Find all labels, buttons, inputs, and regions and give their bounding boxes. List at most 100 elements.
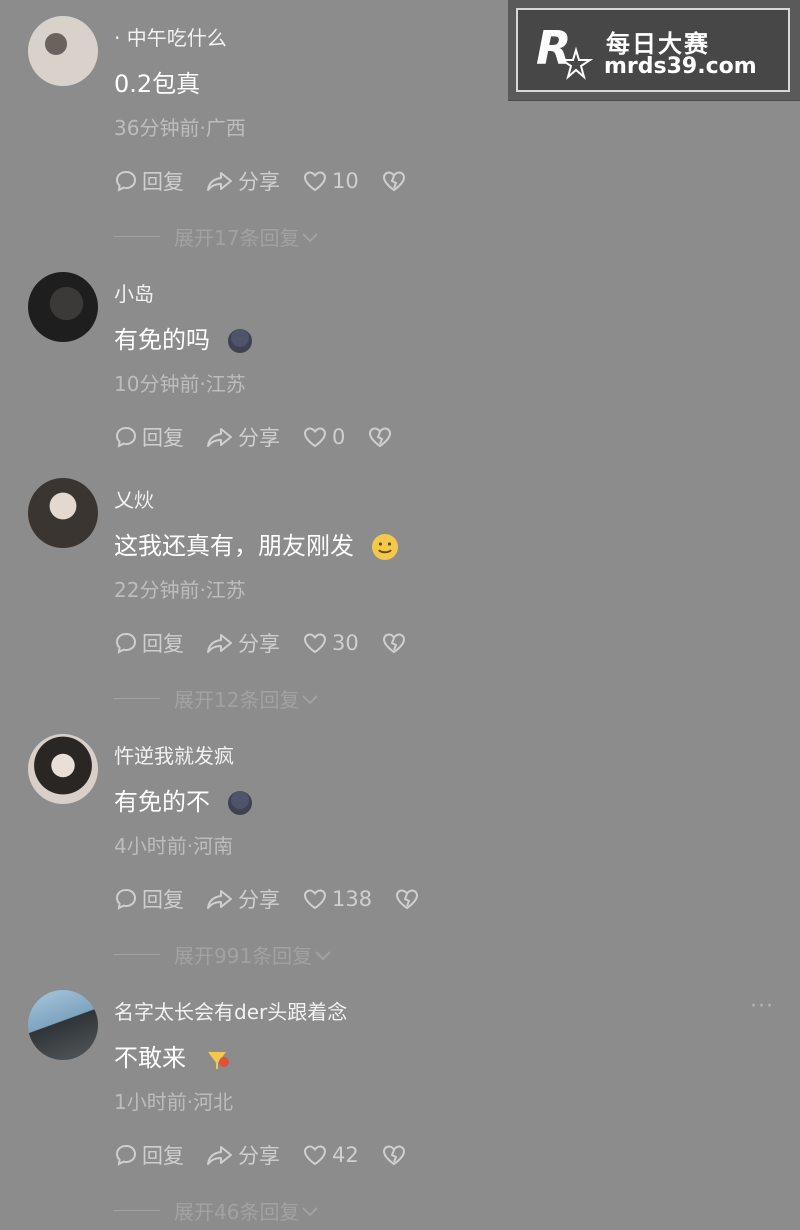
reply-button[interactable]: 回复 [114, 884, 184, 914]
watermark-url: mrds39.com [604, 54, 757, 79]
heart-icon [303, 633, 327, 654]
reply-label: 回复 [142, 170, 184, 194]
cocktail-emoji-icon [207, 1052, 229, 1069]
comment-text: 这我还真有，朋友刚发 [114, 526, 400, 562]
broken-heart-icon [382, 1145, 405, 1166]
divider-line [114, 1210, 160, 1211]
reply-bubble-icon [115, 888, 137, 910]
like-button[interactable]: 138 [302, 887, 372, 911]
reply-label: 回复 [142, 426, 184, 450]
broken-heart-icon [369, 427, 392, 448]
avatar[interactable] [28, 478, 98, 548]
smile-emoji-icon [371, 534, 398, 560]
dislike-button[interactable] [381, 169, 411, 193]
comment-username[interactable]: 名字太长会有der头跟着念 [114, 996, 347, 1025]
share-button[interactable]: 分享 [206, 422, 280, 452]
expand-replies[interactable]: 展开991条回复 [114, 940, 334, 969]
share-button[interactable]: 分享 [206, 166, 280, 196]
divider-line [114, 954, 160, 955]
reply-label: 回复 [142, 888, 184, 912]
expand-label: 展开46条回复 [174, 1200, 300, 1224]
watermark-banner: R 每日大赛 mrds39.com [508, 0, 800, 101]
heart-icon [303, 427, 327, 448]
heart-icon [303, 171, 327, 192]
reply-label: 回复 [142, 1144, 184, 1168]
share-arrow-icon [207, 890, 232, 909]
comment-text: 不敢来 [114, 1038, 232, 1074]
expand-replies[interactable]: 展开46条回复 [114, 1196, 321, 1225]
comment-meta: 10分钟前·江苏 [114, 372, 246, 396]
share-button[interactable]: 分享 [206, 1140, 280, 1170]
expand-label: 展开12条回复 [174, 688, 300, 712]
heart-icon [303, 1145, 327, 1166]
comment-actions: 回复 分享 0 [114, 422, 419, 452]
reply-button[interactable]: 回复 [114, 166, 184, 196]
dislike-button[interactable] [381, 631, 411, 655]
comment-meta: 22分钟前·江苏 [114, 578, 246, 602]
chevron-down-icon [302, 694, 319, 704]
like-button[interactable]: 30 [302, 631, 359, 655]
dislike-button[interactable] [394, 887, 424, 911]
divider-line [114, 236, 160, 237]
like-count: 0 [332, 425, 346, 449]
reply-bubble-icon [115, 426, 137, 448]
comment-username[interactable]: 小岛 [114, 278, 154, 307]
share-button[interactable]: 分享 [206, 884, 280, 914]
dislike-button[interactable] [381, 1143, 411, 1167]
expand-replies[interactable]: 展开17条回复 [114, 222, 321, 251]
share-label: 分享 [238, 1144, 280, 1168]
watermark-frame: R 每日大赛 mrds39.com [516, 8, 790, 92]
expand-label: 展开991条回复 [174, 944, 313, 968]
share-label: 分享 [238, 632, 280, 656]
comment-username[interactable]: · 中午吃什么 [114, 22, 227, 51]
expand-label: 展开17条回复 [174, 226, 300, 250]
dislike-button[interactable] [367, 425, 397, 449]
comment-username[interactable]: 乂炏 [114, 484, 154, 513]
like-count: 10 [332, 169, 359, 193]
avatar[interactable] [28, 734, 98, 804]
comment-actions: 回复 分享 138 [114, 884, 446, 914]
dark-blob-emoji-icon [227, 791, 252, 815]
chevron-down-icon [315, 950, 331, 960]
avatar[interactable] [28, 990, 98, 1060]
share-label: 分享 [238, 888, 280, 912]
broken-heart-icon [382, 633, 405, 654]
reply-bubble-icon [115, 632, 137, 654]
share-button[interactable]: 分享 [206, 628, 280, 658]
comment-actions: 回复 分享 10 [114, 166, 433, 196]
more-options-icon[interactable]: ··· [750, 994, 774, 1019]
share-arrow-icon [207, 172, 232, 191]
reply-label: 回复 [142, 632, 184, 656]
comment-actions: 回复 分享 42 [114, 1140, 433, 1170]
expand-replies[interactable]: 展开12条回复 [114, 684, 321, 713]
share-arrow-icon [207, 1146, 232, 1165]
broken-heart-icon [382, 171, 405, 192]
like-count: 42 [332, 1143, 359, 1167]
like-count: 138 [332, 887, 373, 911]
comment-meta: 1小时前·河北 [114, 1090, 234, 1114]
reply-button[interactable]: 回复 [114, 1140, 184, 1170]
reply-button[interactable]: 回复 [114, 628, 184, 658]
like-button[interactable]: 42 [302, 1143, 359, 1167]
broken-heart-icon [396, 889, 419, 910]
heart-icon [303, 889, 327, 910]
like-button[interactable]: 0 [302, 425, 345, 449]
comment-text: 0.2包真 [114, 70, 201, 98]
brand-logo-icon: R [536, 21, 594, 80]
chevron-down-icon [302, 232, 319, 242]
reply-button[interactable]: 回复 [114, 422, 184, 452]
comment-meta: 4小时前·河南 [114, 834, 234, 858]
share-label: 分享 [238, 426, 280, 450]
like-button[interactable]: 10 [302, 169, 359, 193]
svg-text:R: R [536, 21, 571, 75]
reply-bubble-icon [115, 170, 137, 192]
comment-username[interactable]: 忤逆我就发疯 [114, 740, 234, 769]
share-arrow-icon [207, 428, 232, 447]
avatar[interactable] [28, 272, 98, 342]
chevron-down-icon [302, 1206, 319, 1216]
comment-actions: 回复 分享 30 [114, 628, 433, 658]
comment-text: 有免的不 [114, 782, 254, 817]
avatar[interactable] [28, 16, 98, 86]
comment-text: 有免的吗 [114, 320, 254, 355]
like-count: 30 [332, 631, 359, 655]
